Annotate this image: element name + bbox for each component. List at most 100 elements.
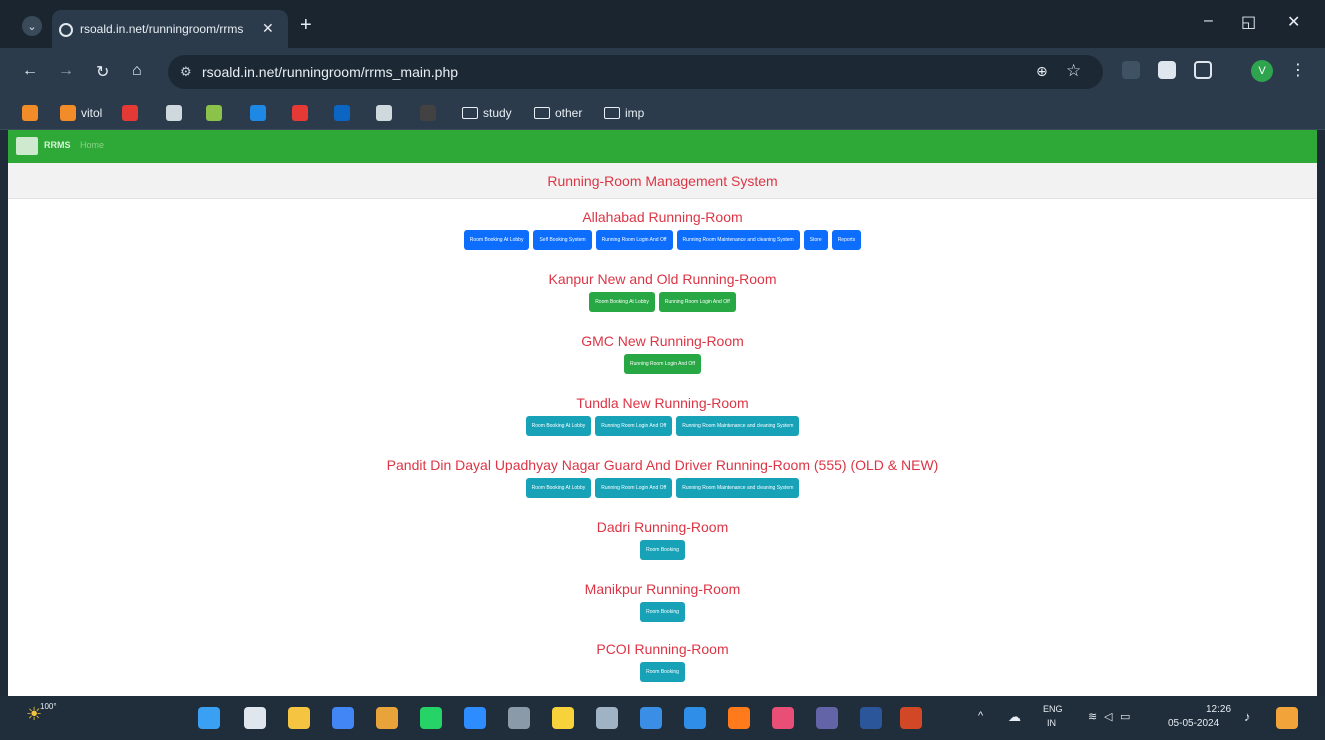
- bookmark-item[interactable]: [122, 104, 138, 122]
- module-button[interactable]: Room Booking: [640, 602, 685, 622]
- word-icon[interactable]: [860, 707, 882, 729]
- button-group: Room Booking: [8, 662, 1317, 682]
- navbar-brand[interactable]: RRMS: [44, 140, 71, 150]
- bookmark-favicon-icon: [334, 105, 350, 121]
- profile-avatar[interactable]: V: [1251, 60, 1273, 82]
- calculator-icon[interactable]: [508, 707, 530, 729]
- sticky-notes-icon[interactable]: [552, 707, 574, 729]
- module-button[interactable]: Self Booking System: [533, 230, 592, 250]
- chrome-icon[interactable]: [332, 707, 354, 729]
- module-button[interactable]: Running Room Login And Off: [624, 354, 701, 374]
- window-close-icon[interactable]: ✕: [1287, 12, 1300, 32]
- module-button[interactable]: Room Booking At Lobby: [589, 292, 655, 312]
- site-favicon-icon: [59, 23, 73, 37]
- bookmark-item[interactable]: [206, 104, 222, 122]
- address-bar[interactable]: ⚙ rsoald.in.net/runningroom/rrms_main.ph…: [168, 55, 1103, 89]
- module-button[interactable]: Room Booking At Lobby: [463, 230, 530, 250]
- extension-icon[interactable]: [1122, 61, 1140, 79]
- bookmark-item[interactable]: [250, 104, 266, 122]
- url-text[interactable]: rsoald.in.net/runningroom/rrms_main.php: [202, 64, 458, 80]
- back-icon[interactable]: ←: [22, 62, 38, 80]
- teams-icon[interactable]: [816, 707, 838, 729]
- firefox-icon[interactable]: [728, 707, 750, 729]
- bookmark-favicon-icon: [60, 105, 76, 121]
- language-top[interactable]: ENG: [1043, 704, 1063, 714]
- button-group: Room Booking At Lobby Running Room Login …: [8, 292, 1317, 312]
- vscode-icon[interactable]: [684, 707, 706, 729]
- module-button[interactable]: Running Room Maintenance and cleaning Sy…: [676, 230, 800, 250]
- start-icon[interactable]: [198, 707, 220, 729]
- tab-search-button[interactable]: ⌄: [22, 16, 42, 36]
- tray-overflow-icon[interactable]: ^: [978, 710, 983, 722]
- home-icon[interactable]: ⌂: [132, 62, 142, 80]
- bookmark-item[interactable]: [22, 104, 38, 122]
- zoom-icon[interactable]: [464, 707, 486, 729]
- bookmark-star-icon[interactable]: ☆: [1066, 61, 1081, 81]
- bookmark-item[interactable]: [420, 104, 436, 122]
- module-button[interactable]: Running Room Maintenance and cleaning Sy…: [676, 478, 800, 498]
- file-explorer-icon[interactable]: [288, 707, 310, 729]
- language-bottom[interactable]: IN: [1047, 718, 1056, 728]
- copilot-icon[interactable]: [1276, 707, 1298, 729]
- wifi-icon[interactable]: ≋: [1088, 710, 1097, 723]
- restore-icon[interactable]: ◱: [1241, 12, 1256, 32]
- bookmark-folder-imp[interactable]: imp: [604, 104, 644, 122]
- bookmark-item[interactable]: [376, 104, 392, 122]
- running-room-title: Kanpur New and Old Running-Room: [548, 271, 777, 287]
- running-room-section: Kanpur New and Old Running-Room Room Book…: [8, 270, 1317, 312]
- messages-icon[interactable]: [640, 707, 662, 729]
- module-button[interactable]: Room Booking: [640, 540, 685, 560]
- bookmark-item[interactable]: [166, 104, 182, 122]
- search-icon[interactable]: [244, 707, 266, 729]
- volume-icon[interactable]: ◁: [1104, 710, 1112, 723]
- module-button[interactable]: Running Room Login And Off: [595, 230, 673, 250]
- bookmark-favicon-icon: [166, 105, 182, 121]
- running-room-section: Manikpur Running-Room Room Booking: [8, 580, 1317, 622]
- minimize-icon[interactable]: –: [1204, 12, 1213, 30]
- bookmark-item[interactable]: vitol: [60, 104, 102, 122]
- whatsapp-icon[interactable]: [420, 707, 442, 729]
- bookmarks-bar: vitol study other imp: [0, 96, 1325, 130]
- module-button[interactable]: Reports: [831, 230, 862, 250]
- module-button[interactable]: Store: [803, 230, 828, 250]
- extensions-puzzle-icon[interactable]: [1194, 61, 1212, 79]
- running-room-section: Pandit Din Dayal Upadhyay Nagar Guard An…: [8, 456, 1317, 498]
- new-tab-icon[interactable]: +: [300, 14, 312, 37]
- tab-strip: ⌄ rsoald.in.net/runningroom/rrms ✕ + – ◱…: [0, 0, 1325, 48]
- module-button[interactable]: Running Room Login And Off: [595, 478, 673, 498]
- extension-icon[interactable]: [1158, 61, 1176, 79]
- module-button[interactable]: Running Room Maintenance and cleaning Sy…: [676, 416, 800, 436]
- bookmark-item[interactable]: [334, 104, 350, 122]
- site-logo[interactable]: [16, 137, 38, 155]
- bookmark-folder-study[interactable]: study: [462, 104, 512, 122]
- module-button[interactable]: Room Booking: [640, 662, 685, 682]
- module-button[interactable]: Room Booking At Lobby: [525, 478, 592, 498]
- notification-icon[interactable]: ♪: [1244, 709, 1251, 724]
- tab-close-icon[interactable]: ✕: [262, 20, 274, 37]
- module-button[interactable]: Running Room Login And Off: [595, 416, 673, 436]
- bookmark-item[interactable]: [292, 104, 308, 122]
- nav-home-link[interactable]: Home: [80, 140, 104, 150]
- cloud-icon[interactable]: ☁: [1008, 709, 1021, 725]
- reload-icon[interactable]: ↻: [96, 62, 109, 82]
- running-room-section: Dadri Running-Room Room Booking: [8, 518, 1317, 560]
- powerpoint-icon[interactable]: [900, 707, 922, 729]
- site-info-icon[interactable]: ⚙: [180, 64, 192, 80]
- system-title: Running-Room Management System: [8, 163, 1317, 199]
- bookmark-folder-other[interactable]: other: [534, 104, 582, 122]
- forward-icon[interactable]: →: [58, 62, 74, 80]
- chrome-profile-icon[interactable]: [376, 707, 398, 729]
- battery-icon[interactable]: ▭: [1120, 710, 1130, 723]
- module-button[interactable]: Running Room Login And Off: [658, 292, 736, 312]
- folder-icon: [534, 107, 550, 119]
- bookmark-favicon-icon: [292, 105, 308, 121]
- notepad-icon[interactable]: [596, 707, 618, 729]
- menu-icon[interactable]: ⋮: [1290, 60, 1306, 80]
- zoom-icon[interactable]: ⊕: [1036, 63, 1048, 80]
- active-tab[interactable]: rsoald.in.net/runningroom/rrms ✕: [52, 10, 288, 48]
- clock-date[interactable]: 05-05-2024: [1168, 718, 1219, 729]
- module-button[interactable]: Room Booking At Lobby: [525, 416, 592, 436]
- running-room-title: Tundla New Running-Room: [576, 395, 749, 411]
- paint-icon[interactable]: [772, 707, 794, 729]
- clock-time[interactable]: 12:26: [1206, 704, 1231, 715]
